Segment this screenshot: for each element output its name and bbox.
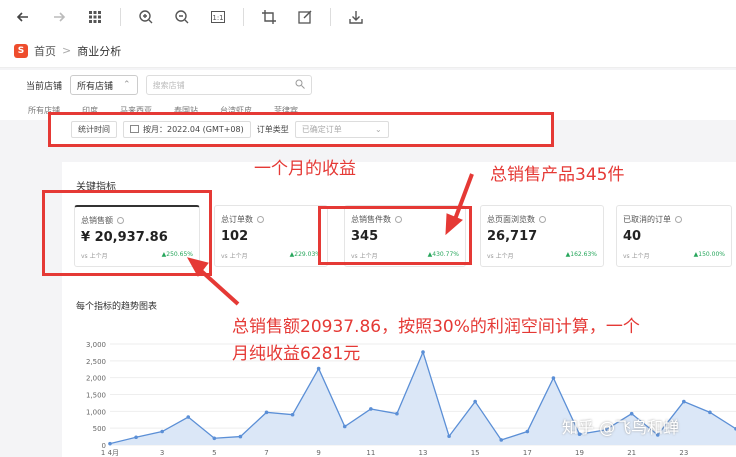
annotation-units-sold: 总销售产品345件 bbox=[490, 165, 625, 185]
annotation-arrows bbox=[187, 173, 474, 306]
arrow-to-units bbox=[452, 173, 474, 223]
arrow-to-sales bbox=[196, 266, 240, 306]
annotation-profit-line1: 总销售额20937.86，按照30%的利润空间计算，一个 bbox=[232, 317, 640, 337]
watermark: 知乎 @飞鸟和蝉 bbox=[562, 418, 680, 437]
annotation-profit-line2: 月纯收益6281元 bbox=[232, 344, 361, 364]
annotation-monthly-income: 一个月的收益 bbox=[254, 159, 356, 179]
arrow-head-units bbox=[445, 213, 463, 236]
